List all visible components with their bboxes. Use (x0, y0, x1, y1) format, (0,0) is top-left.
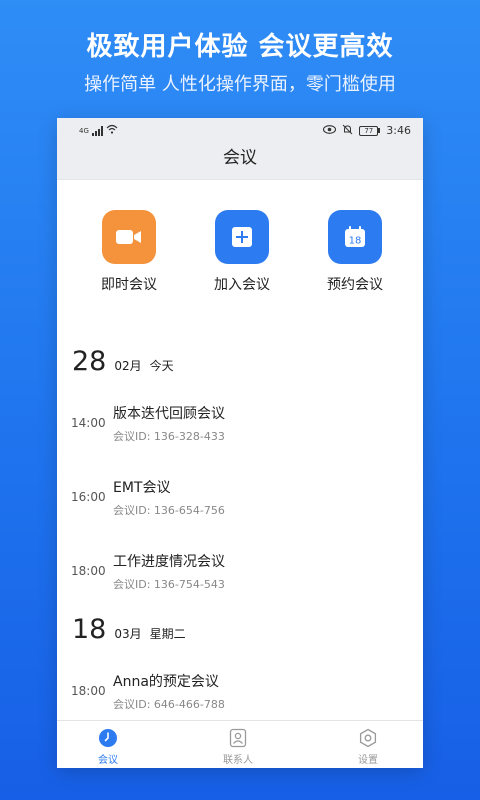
meeting-id: 会议ID: 136-654-756 (113, 503, 225, 517)
network-type: 4G (79, 126, 89, 135)
tab-contacts-label: 联系人 (223, 755, 253, 766)
mute-bell-icon (342, 124, 353, 138)
tab-meetings-label: 会议 (98, 755, 118, 766)
meeting-item[interactable]: 14:00 版本迭代回顾会议 会议ID: 136-328-433 (57, 386, 423, 460)
meeting-item[interactable]: 18:00 Anna的预定会议 会议ID: 646-466-788 (57, 654, 423, 728)
date-month: 02月 (114, 359, 142, 373)
date-day: 18 (72, 614, 107, 645)
meeting-time: 16:00 (71, 490, 106, 504)
date-header: 28 02月 今天 (57, 346, 423, 386)
meeting-time: 18:00 (71, 564, 106, 578)
settings-gear-icon (358, 728, 378, 748)
meeting-title: EMT会议 (113, 479, 171, 496)
date-day: 28 (72, 346, 107, 377)
tab-contacts[interactable]: 联系人 (223, 721, 253, 768)
date-weekday: 今天 (149, 359, 174, 373)
promo-title: 极致用户体验 会议更高效 (86, 32, 394, 62)
date-weekday: 星期二 (149, 627, 186, 641)
phone-screen: 4G 77 3:46 会议 即时会议 加入会议 18 预约会议 28 02月 今… (57, 118, 423, 768)
wifi-icon (106, 124, 118, 137)
schedule-meeting-label: 预约会议 (327, 277, 383, 293)
meeting-id: 会议ID: 646-466-788 (113, 697, 225, 711)
meeting-item[interactable]: 16:00 EMT会议 会议ID: 136-654-756 (57, 460, 423, 534)
promo-subtitle: 操作简单 人性化操作界面，零门槛使用 (84, 74, 396, 95)
meeting-clock-icon (98, 728, 118, 748)
meeting-title: Anna的预定会议 (113, 673, 219, 690)
instant-meeting-label: 即时会议 (101, 277, 157, 293)
calendar-icon: 18 (328, 210, 382, 264)
date-header: 18 03月 星期二 (57, 614, 423, 654)
quick-actions: 即时会议 加入会议 18 预约会议 (57, 180, 423, 350)
contacts-icon (228, 728, 248, 748)
bottom-tab-bar: 会议 联系人 设置 (57, 720, 423, 768)
status-bar: 4G 77 3:46 (57, 118, 423, 143)
meeting-id: 会议ID: 136-754-543 (113, 577, 225, 591)
tab-meetings[interactable]: 会议 (95, 721, 121, 768)
schedule-meeting-button[interactable]: 18 预约会议 (315, 210, 395, 350)
eye-icon (323, 124, 337, 137)
instant-meeting-button[interactable]: 即时会议 (89, 210, 169, 350)
plus-icon (215, 210, 269, 264)
status-time: 3:46 (386, 124, 411, 137)
meeting-item[interactable]: 18:00 工作进度情况会议 会议ID: 136-754-543 (57, 534, 423, 608)
meeting-time: 18:00 (71, 684, 106, 698)
battery-level: 77 (359, 125, 379, 136)
meeting-title: 工作进度情况会议 (113, 553, 225, 570)
tab-settings-label: 设置 (358, 755, 378, 766)
video-camera-icon (102, 210, 156, 264)
meeting-title: 版本迭代回顾会议 (113, 405, 225, 422)
signal-icon (91, 125, 103, 136)
page-title: 会议 (57, 143, 423, 180)
battery-icon: 77 (359, 125, 381, 136)
meeting-list: 28 02月 今天 14:00 版本迭代回顾会议 会议ID: 136-328-4… (57, 346, 423, 728)
tab-settings[interactable]: 设置 (355, 721, 381, 768)
meeting-time: 14:00 (71, 416, 106, 430)
join-meeting-label: 加入会议 (214, 277, 270, 293)
meeting-id: 会议ID: 136-328-433 (113, 429, 225, 443)
join-meeting-button[interactable]: 加入会议 (202, 210, 282, 350)
date-month: 03月 (114, 627, 142, 641)
calendar-badge: 18 (349, 236, 362, 247)
